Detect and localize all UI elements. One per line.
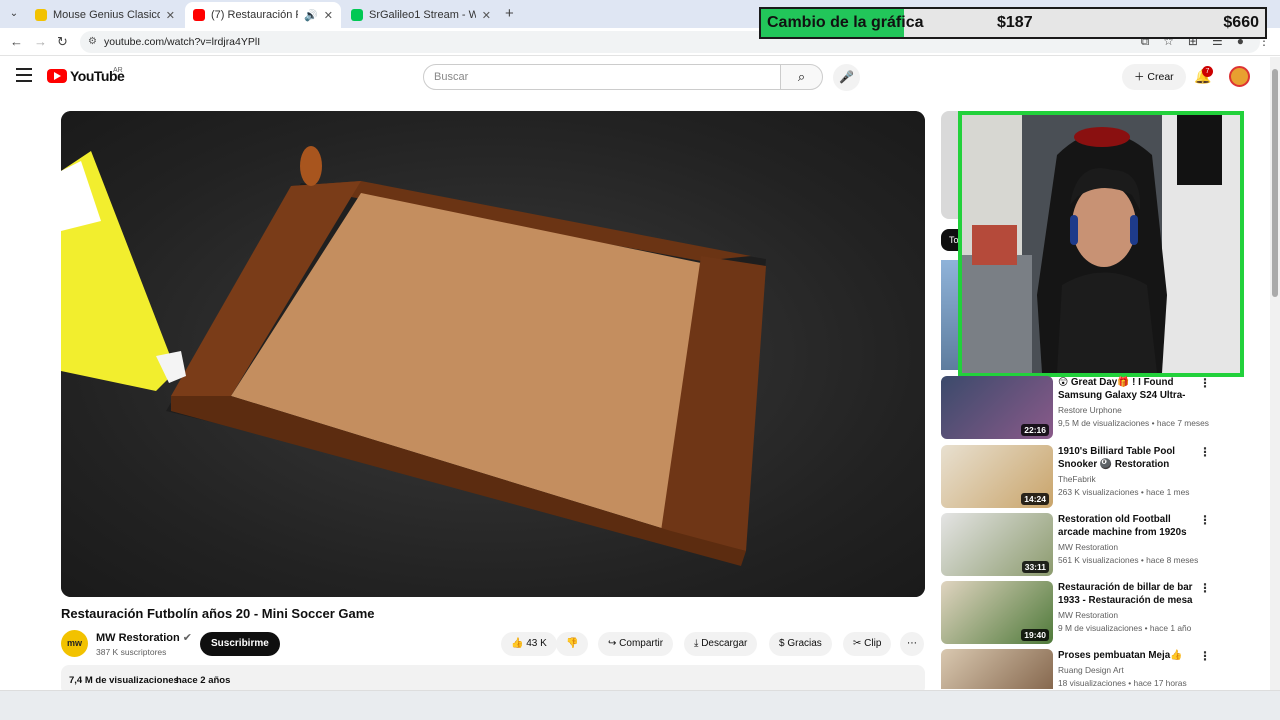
- goal-current-amount: $187: [997, 14, 1033, 31]
- more-options-icon[interactable]: ⋮: [1199, 445, 1211, 459]
- youtube-favicon-icon: [193, 9, 205, 21]
- youtube-header: YouTube AR Buscar ⌕ 🎤 ＋ Crear 🔔 7: [0, 57, 1280, 97]
- recommendation-channel[interactable]: MW Restoration: [1058, 542, 1118, 552]
- forward-arrow-icon[interactable]: →: [34, 34, 47, 49]
- search-input[interactable]: Buscar: [423, 64, 781, 90]
- country-code: AR: [113, 67, 123, 74]
- recommendation-channel[interactable]: Restore Urphone: [1058, 405, 1122, 415]
- hamburger-menu-icon[interactable]: [16, 68, 32, 82]
- account-avatar[interactable]: [1229, 66, 1250, 87]
- video-thumbnail[interactable]: 19:40: [941, 581, 1053, 644]
- video-duration: 19:40: [1021, 629, 1049, 641]
- notification-count-badge: 7: [1202, 66, 1213, 77]
- new-tab-button[interactable]: +: [505, 5, 514, 22]
- kick-favicon-icon: [351, 9, 363, 21]
- recommendation-meta: 9 M de visualizaciones • hace 1 año: [1058, 623, 1192, 633]
- video-duration: 22:16: [1021, 424, 1049, 436]
- microphone-icon[interactable]: 🎤: [833, 64, 860, 91]
- scissors-icon: ✂: [853, 638, 862, 649]
- share-button[interactable]: ↪ Compartir: [598, 632, 674, 656]
- like-button[interactable]: 👍 43 K: [501, 632, 557, 656]
- youtube-play-icon: [47, 69, 67, 83]
- sidebar-ad-card[interactable]: [941, 111, 959, 219]
- video-title: Restauración Futbolín años 20 - Mini Soc…: [61, 606, 375, 621]
- goal-target-amount: $660: [1223, 14, 1259, 31]
- streamer-webcam: [958, 111, 1244, 377]
- recommendation-title[interactable]: 😲 Great Day🎁 ! I Found Samsung Galaxy S2…: [1058, 376, 1193, 402]
- more-options-icon[interactable]: ⋮: [1199, 376, 1211, 390]
- download-button[interactable]: ⤓ Descargar: [684, 632, 758, 656]
- site-info-icon[interactable]: ⚙: [88, 36, 97, 47]
- recommendation-item[interactable]: 22:16 😲 Great Day🎁 ! I Found Samsung Gal…: [941, 376, 1251, 439]
- more-options-icon[interactable]: ⋮: [1199, 649, 1211, 663]
- recommendation-item[interactable]: 33:11 Restoration old Football arcade ma…: [941, 513, 1251, 576]
- back-arrow-icon[interactable]: ←: [10, 34, 23, 49]
- subscribe-button[interactable]: Suscribirme: [200, 632, 280, 656]
- video-thumbnail[interactable]: 22:16: [941, 376, 1053, 439]
- close-tab-icon[interactable]: ✕: [482, 9, 491, 22]
- recommendation-channel[interactable]: MW Restoration: [1058, 610, 1118, 620]
- channel-name[interactable]: MW Restoration ✔: [96, 631, 192, 644]
- more-options-icon[interactable]: ⋮: [1199, 513, 1211, 527]
- subscriber-count: 387 K suscriptores: [96, 647, 167, 657]
- goal-title: Cambio de la gráfica: [767, 14, 924, 31]
- recommendation-item[interactable]: 19:40 Restauración de billar de bar 1933…: [941, 581, 1251, 644]
- close-tab-icon[interactable]: ✕: [166, 9, 175, 22]
- recommendation-item[interactable]: 14:24 1910's Billiard Table Pool Snooker…: [941, 445, 1251, 508]
- mercadolibre-favicon-icon: [35, 9, 47, 21]
- share-arrow-icon: ↪: [608, 638, 617, 649]
- sidebar-filter-chip[interactable]: To: [941, 229, 959, 251]
- thumbs-up-icon: 👍: [511, 638, 524, 649]
- clip-button[interactable]: ✂ Clip: [843, 632, 892, 656]
- recommendation-channel[interactable]: TheFabrik: [1058, 474, 1096, 484]
- recommendation-title[interactable]: 1910's Billiard Table Pool Snooker 🎱 Res…: [1058, 445, 1193, 471]
- close-tab-icon[interactable]: ✕: [324, 9, 333, 22]
- video-thumbnail[interactable]: [941, 649, 1053, 689]
- webcam-image: [962, 115, 1240, 373]
- channel-avatar[interactable]: mw: [61, 630, 88, 657]
- view-count: 7,4 M de visualizaciones: [69, 675, 179, 686]
- goal-progress-overlay: Cambio de la gráfica $187 $660: [759, 7, 1267, 39]
- verified-check-icon: ✔: [182, 632, 193, 644]
- recommendation-title[interactable]: Restauración de billar de bar 1933 - Res…: [1058, 581, 1193, 607]
- more-actions-icon[interactable]: ⋯: [900, 632, 924, 656]
- reload-icon[interactable]: ↻: [57, 34, 68, 50]
- video-player[interactable]: [61, 111, 925, 597]
- thumbs-down-icon: 👎: [566, 638, 579, 649]
- scrollbar-thumb[interactable]: [1272, 69, 1278, 297]
- video-thumbnail[interactable]: 33:11: [941, 513, 1053, 576]
- create-button[interactable]: ＋ Crear: [1122, 64, 1186, 90]
- more-options-icon[interactable]: ⋮: [1199, 581, 1211, 595]
- video-frame-image: [61, 146, 766, 566]
- dislike-button[interactable]: 👎: [556, 632, 589, 656]
- recommendation-title[interactable]: Restoration old Football arcade machine …: [1058, 513, 1193, 539]
- video-duration: 14:24: [1021, 493, 1049, 505]
- recommendation-meta: 9,5 M de visualizaciones • hace 7 meses: [1058, 418, 1209, 428]
- video-duration: 33:11: [1021, 561, 1049, 573]
- speaker-icon[interactable]: 🔊: [304, 9, 318, 22]
- bottom-edge: [0, 690, 1280, 720]
- recommendation-meta: 263 K visualizaciones • hace 1 mes: [1058, 487, 1190, 497]
- browser-tab[interactable]: SrGalileo1 Stream - Watch Live ✕: [343, 2, 499, 28]
- browser-tab-active[interactable]: (7) Restauración Futbolín añ 🔊 ✕: [185, 2, 341, 28]
- download-icon: ⤓: [694, 638, 699, 649]
- recommendation-channel[interactable]: Ruang Design Art: [1058, 665, 1124, 675]
- page-scrollbar[interactable]: [1270, 57, 1280, 690]
- sidebar-covered-thumbnails[interactable]: [941, 260, 959, 370]
- video-thumbnail[interactable]: 14:24: [941, 445, 1053, 508]
- upload-date: hace 2 años: [176, 675, 231, 686]
- search-icon[interactable]: ⌕: [780, 64, 823, 90]
- browser-tab[interactable]: Mouse Genius Clasico | Mercad ✕: [27, 2, 183, 28]
- recommendation-title[interactable]: Proses pembuatan Meja👍: [1058, 649, 1193, 662]
- recommendation-meta: 18 visualizaciones • hace 17 horas: [1058, 678, 1187, 688]
- recommendation-meta: 561 K visualizaciones • hace 8 meses: [1058, 555, 1199, 565]
- thanks-icon: $: [779, 638, 785, 649]
- tab-search-icon[interactable]: ⌄: [6, 6, 22, 22]
- recommendation-item[interactable]: Proses pembuatan Meja👍 Ruang Design Art …: [941, 649, 1251, 689]
- thanks-button[interactable]: $ Gracias: [769, 632, 832, 656]
